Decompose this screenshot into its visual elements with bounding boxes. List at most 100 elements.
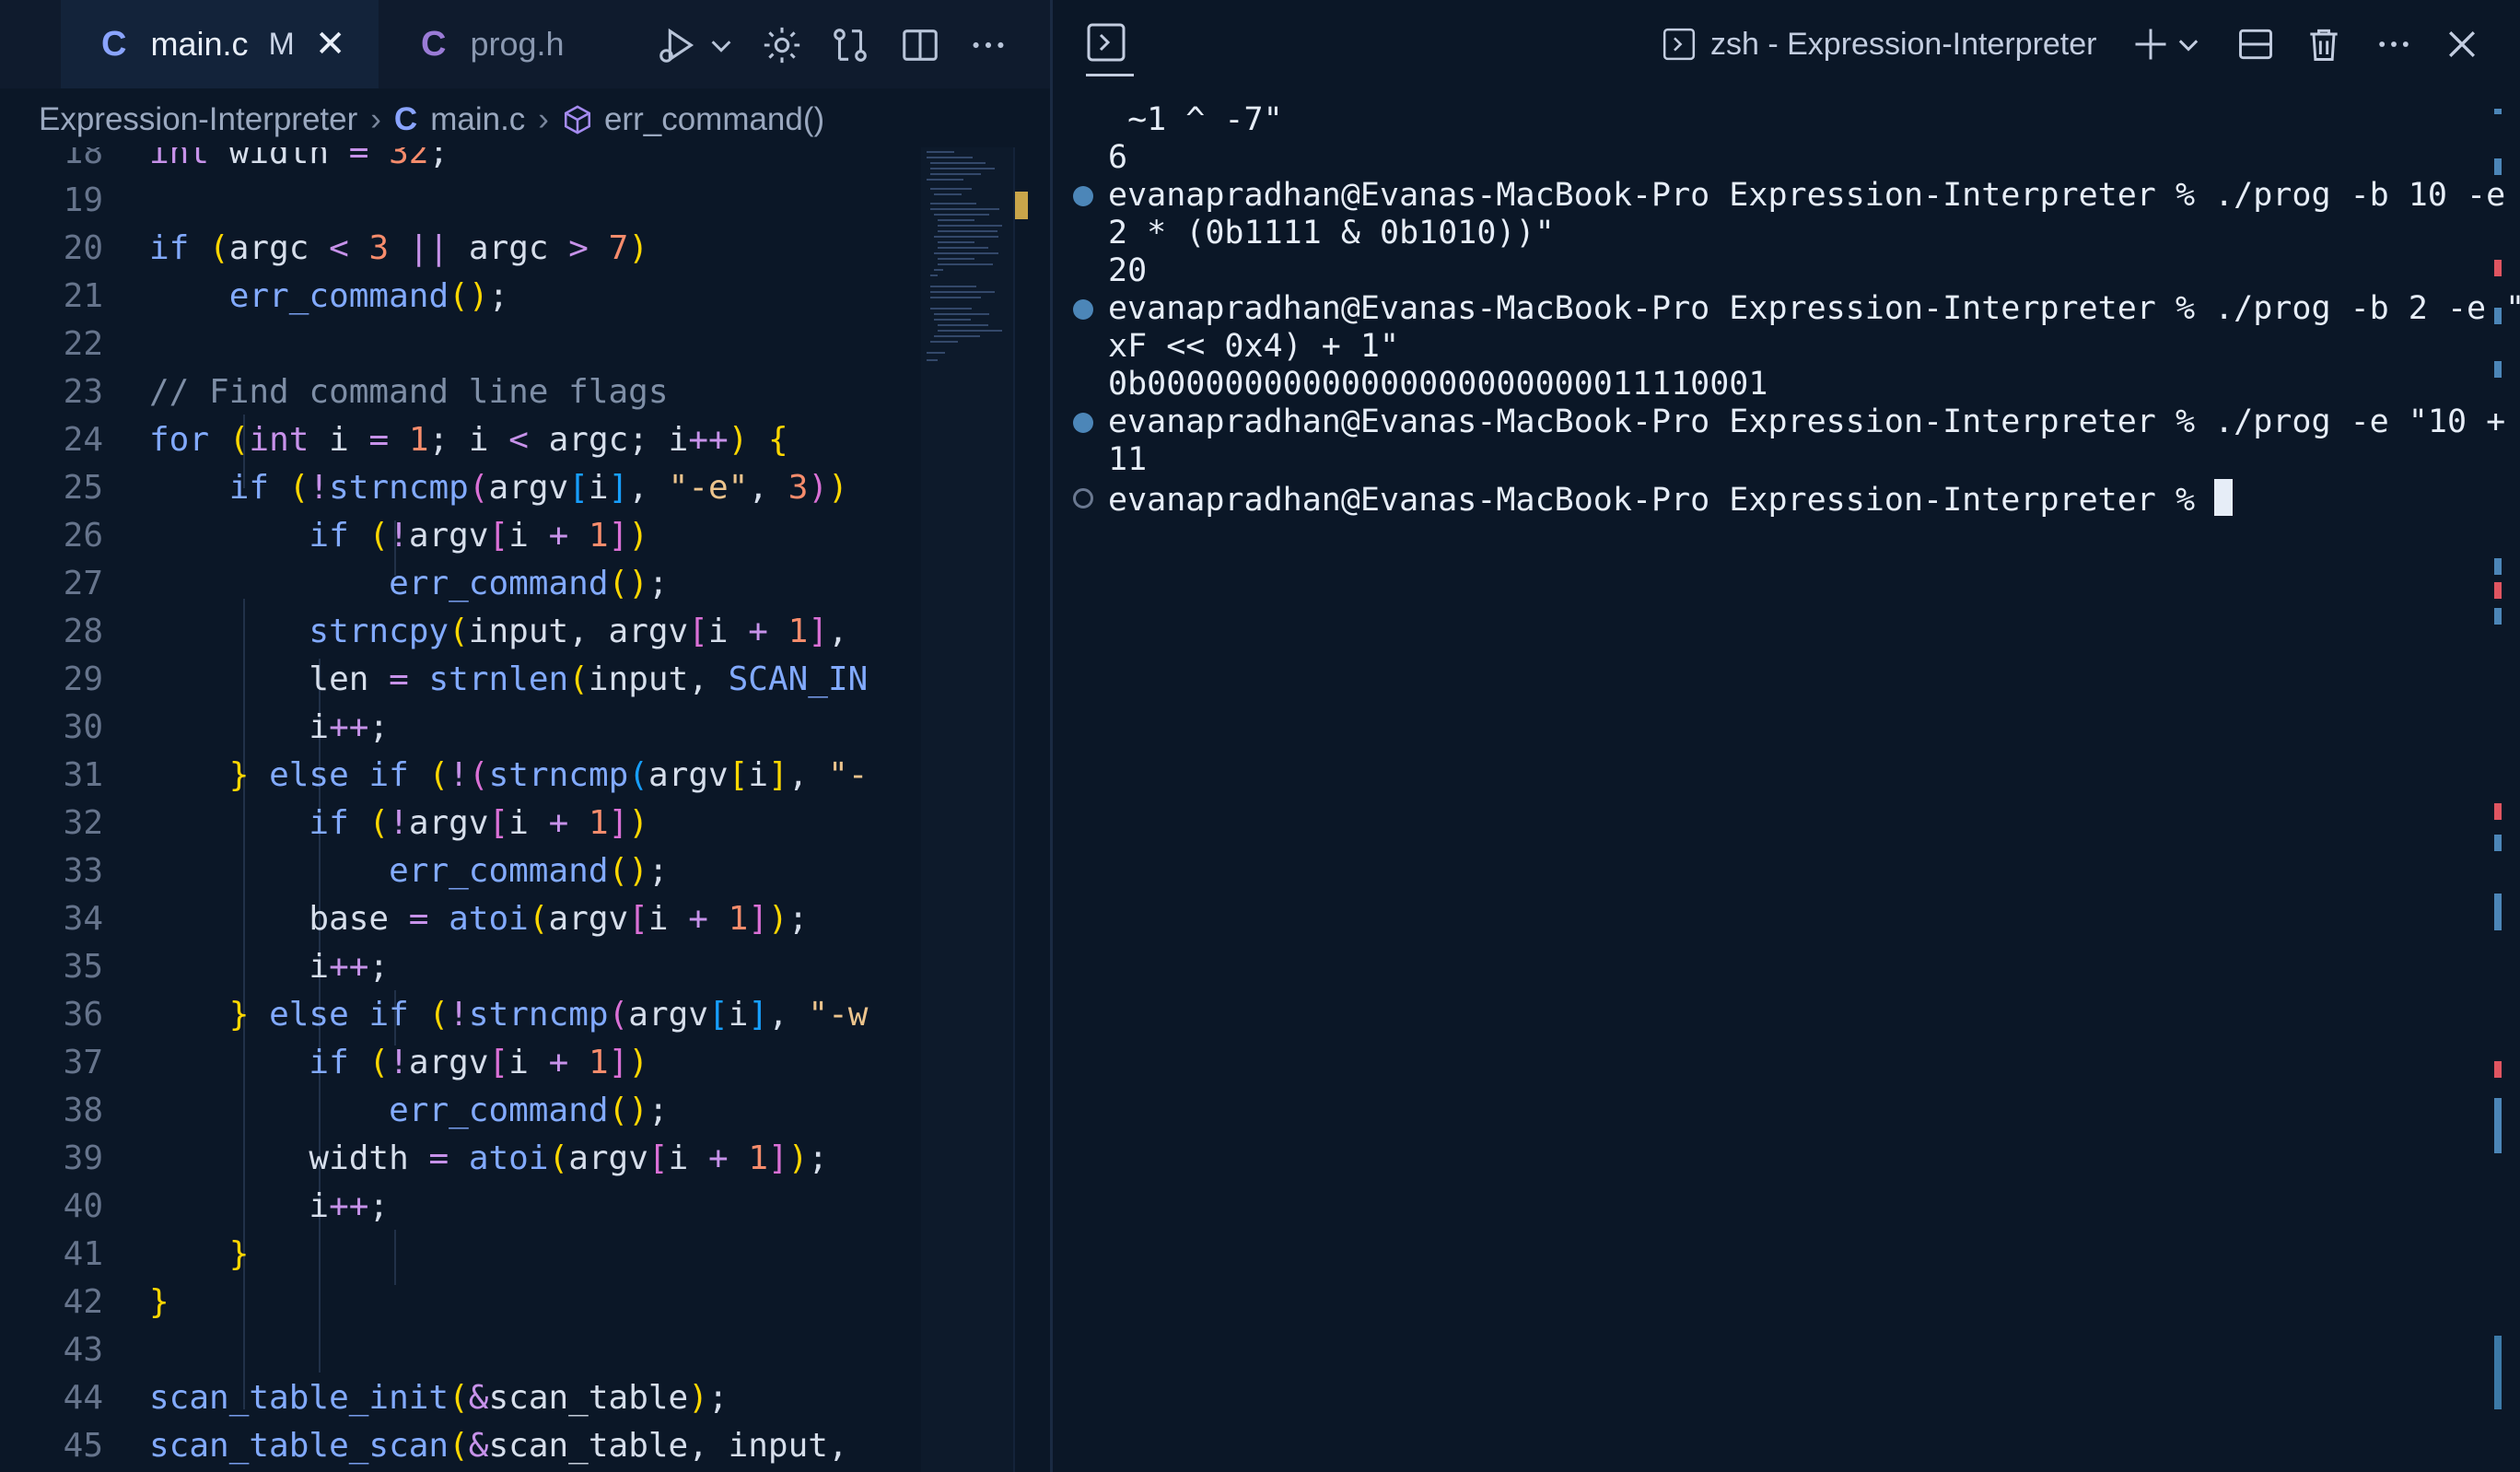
terminal-title[interactable]: zsh - Expression-Interpreter xyxy=(1661,22,2097,66)
code-line[interactable]: 33 err_command(); xyxy=(0,847,921,895)
split-terminal-icon[interactable] xyxy=(2235,24,2276,64)
code-line[interactable]: 31 } else if (!(strncmp(argv[i], "- xyxy=(0,752,921,800)
code-line[interactable]: 35 i++; xyxy=(0,943,921,991)
more-actions-icon[interactable] xyxy=(967,24,1009,66)
split-editor-icon[interactable] xyxy=(899,24,941,66)
chevron-right-icon: › xyxy=(538,101,549,137)
code-line[interactable]: 18 int width = 32; xyxy=(0,147,921,177)
code-line[interactable]: 19 xyxy=(0,177,921,225)
overview-marker xyxy=(2494,894,2502,930)
cube-symbol-icon xyxy=(562,104,593,135)
line-number: 27 xyxy=(63,565,103,602)
overview-marker xyxy=(2494,803,2502,820)
code-line[interactable]: 25 if (!strncmp(argv[i], "-e", 3)) xyxy=(0,464,921,512)
terminal-output[interactable]: ~1 ^ -7" 6 evanapradhan@Evanas-MacBook-Pro… xyxy=(1053,101,2520,1465)
code-line[interactable]: 36 } else if (!strncmp(argv[i], "-w xyxy=(0,991,921,1039)
run-debug-icon[interactable] xyxy=(656,24,698,66)
code-line[interactable]: 40 i++; xyxy=(0,1183,921,1231)
trash-icon[interactable] xyxy=(2304,24,2344,64)
close-tab-icon[interactable]: ✕ xyxy=(315,23,346,65)
code-line[interactable]: 29 len = strnlen(input, SCAN_IN xyxy=(0,656,921,704)
line-number: 38 xyxy=(63,1092,103,1129)
gear-icon[interactable] xyxy=(761,24,803,66)
editor-scrollbar[interactable] xyxy=(1013,147,1050,1472)
line-number: 19 xyxy=(63,181,103,219)
chevron-down-icon[interactable] xyxy=(707,24,735,66)
code-text: strncpy(input, argv[i + 1], xyxy=(309,613,848,650)
line-number: 22 xyxy=(63,325,103,363)
code-line[interactable]: 37 if (!argv[i + 1]) xyxy=(0,1039,921,1087)
code-line[interactable]: 21 err_command(); xyxy=(0,273,921,321)
code-line[interactable]: 41 } xyxy=(0,1231,921,1279)
terminal-command-line: evanapradhan@Evanas-MacBook-Pro Expressi… xyxy=(1108,177,2520,214)
code-line[interactable]: 20 if (argc < 3 || argc > 7) xyxy=(0,225,921,273)
breadcrumb-file[interactable]: main.c xyxy=(430,101,525,138)
line-number: 43 xyxy=(63,1331,103,1369)
command-decoration-icon[interactable] xyxy=(1073,299,1093,320)
command-decoration-icon[interactable] xyxy=(1073,186,1093,206)
code-text: } xyxy=(228,1235,250,1273)
minimap[interactable] xyxy=(921,147,1013,1472)
code-line[interactable]: 28 strncpy(input, argv[i + 1], xyxy=(0,608,921,656)
tab-label: prog.h xyxy=(470,25,565,63)
more-actions-icon[interactable] xyxy=(2374,24,2414,64)
line-number: 37 xyxy=(63,1044,103,1081)
code-line[interactable]: 27 err_command(); xyxy=(0,560,921,608)
chevron-down-icon[interactable] xyxy=(2175,24,2202,64)
line-number: 35 xyxy=(63,948,103,986)
overview-marker xyxy=(2494,582,2502,599)
line-number: 32 xyxy=(63,804,103,842)
code-line[interactable]: 22 xyxy=(0,321,921,368)
terminal-title-text: zsh - Expression-Interpreter xyxy=(1710,26,2097,62)
editor-tab-bar: C main.c M ✕ C prog.h xyxy=(0,0,1050,88)
line-number: 40 xyxy=(63,1187,103,1225)
code-text: i++; xyxy=(149,948,390,986)
breadcrumb-folder[interactable]: Expression-Interpreter xyxy=(39,101,357,138)
compare-changes-icon[interactable] xyxy=(829,24,871,66)
code-line[interactable]: 23 // Find command line flags xyxy=(0,368,921,416)
line-number: 24 xyxy=(63,421,103,459)
command-decoration-icon[interactable] xyxy=(1073,413,1093,433)
line-number: 18 xyxy=(63,147,103,171)
code-area[interactable]: 18 int width = 32; 19 20 if (argc < 3 || arg… xyxy=(0,147,921,1472)
terminal-output-line: 20 xyxy=(1108,252,1148,289)
active-tab-indicator xyxy=(1086,74,1134,76)
terminal-tab-icon[interactable] xyxy=(1084,20,1128,64)
code-text: if (!argv[i + 1]) xyxy=(309,517,648,555)
code-text: err_command(); xyxy=(389,1092,669,1129)
terminal-output-line: 6 xyxy=(1108,139,1128,176)
code-line[interactable]: 39 width = atoi(argv[i + 1]); xyxy=(0,1135,921,1183)
tab-main-c[interactable]: C main.c M ✕ xyxy=(61,0,379,88)
code-line[interactable]: 42} xyxy=(0,1279,921,1326)
code-line[interactable]: 24 for (int i = 1; i < argc; i++) { xyxy=(0,416,921,464)
chevron-right-icon: › xyxy=(370,101,381,137)
code-line[interactable]: 44 scan_table_init(&scan_table); xyxy=(0,1374,921,1422)
code-line[interactable]: 30 i++; xyxy=(0,704,921,752)
tab-prog-h[interactable]: C prog.h xyxy=(379,0,627,88)
code-text: } else if (!(strncmp(argv[i], "- xyxy=(228,756,869,794)
terminal-header: zsh - Expression-Interpreter xyxy=(1053,0,2520,88)
c-file-icon: C xyxy=(101,24,127,64)
code-line[interactable]: 43 xyxy=(0,1326,921,1374)
modified-indicator: M xyxy=(268,26,295,62)
code-text: if (!argv[i + 1]) xyxy=(309,1044,648,1081)
code-text: i++; xyxy=(149,1187,390,1225)
code-line[interactable]: 32 if (!argv[i + 1]) xyxy=(0,800,921,847)
close-panel-icon[interactable] xyxy=(2442,24,2482,64)
code-text: i++; xyxy=(149,708,390,746)
new-terminal-icon[interactable] xyxy=(2130,24,2171,64)
code-text: // Find command line flags xyxy=(149,373,669,411)
line-number: 44 xyxy=(63,1379,103,1417)
pending-command-icon[interactable] xyxy=(1073,488,1093,508)
terminal-scrollbar-thumb[interactable] xyxy=(2494,1336,2502,1409)
line-number: 26 xyxy=(63,517,103,555)
code-line[interactable]: 34 base = atoi(argv[i + 1]); xyxy=(0,895,921,943)
breadcrumb-symbol[interactable]: err_command() xyxy=(604,101,824,138)
code-line[interactable]: 38 err_command(); xyxy=(0,1087,921,1135)
line-number: 36 xyxy=(63,996,103,1034)
terminal-icon xyxy=(1661,26,1698,63)
code-text: len = strnlen(input, SCAN_IN xyxy=(149,660,869,698)
code-line[interactable]: 26 if (!argv[i + 1]) xyxy=(0,512,921,560)
code-text: if (!strncmp(argv[i], "-e", 3)) xyxy=(228,469,848,507)
code-line[interactable]: 45 scan_table_scan(&scan_table, input, xyxy=(0,1422,921,1470)
